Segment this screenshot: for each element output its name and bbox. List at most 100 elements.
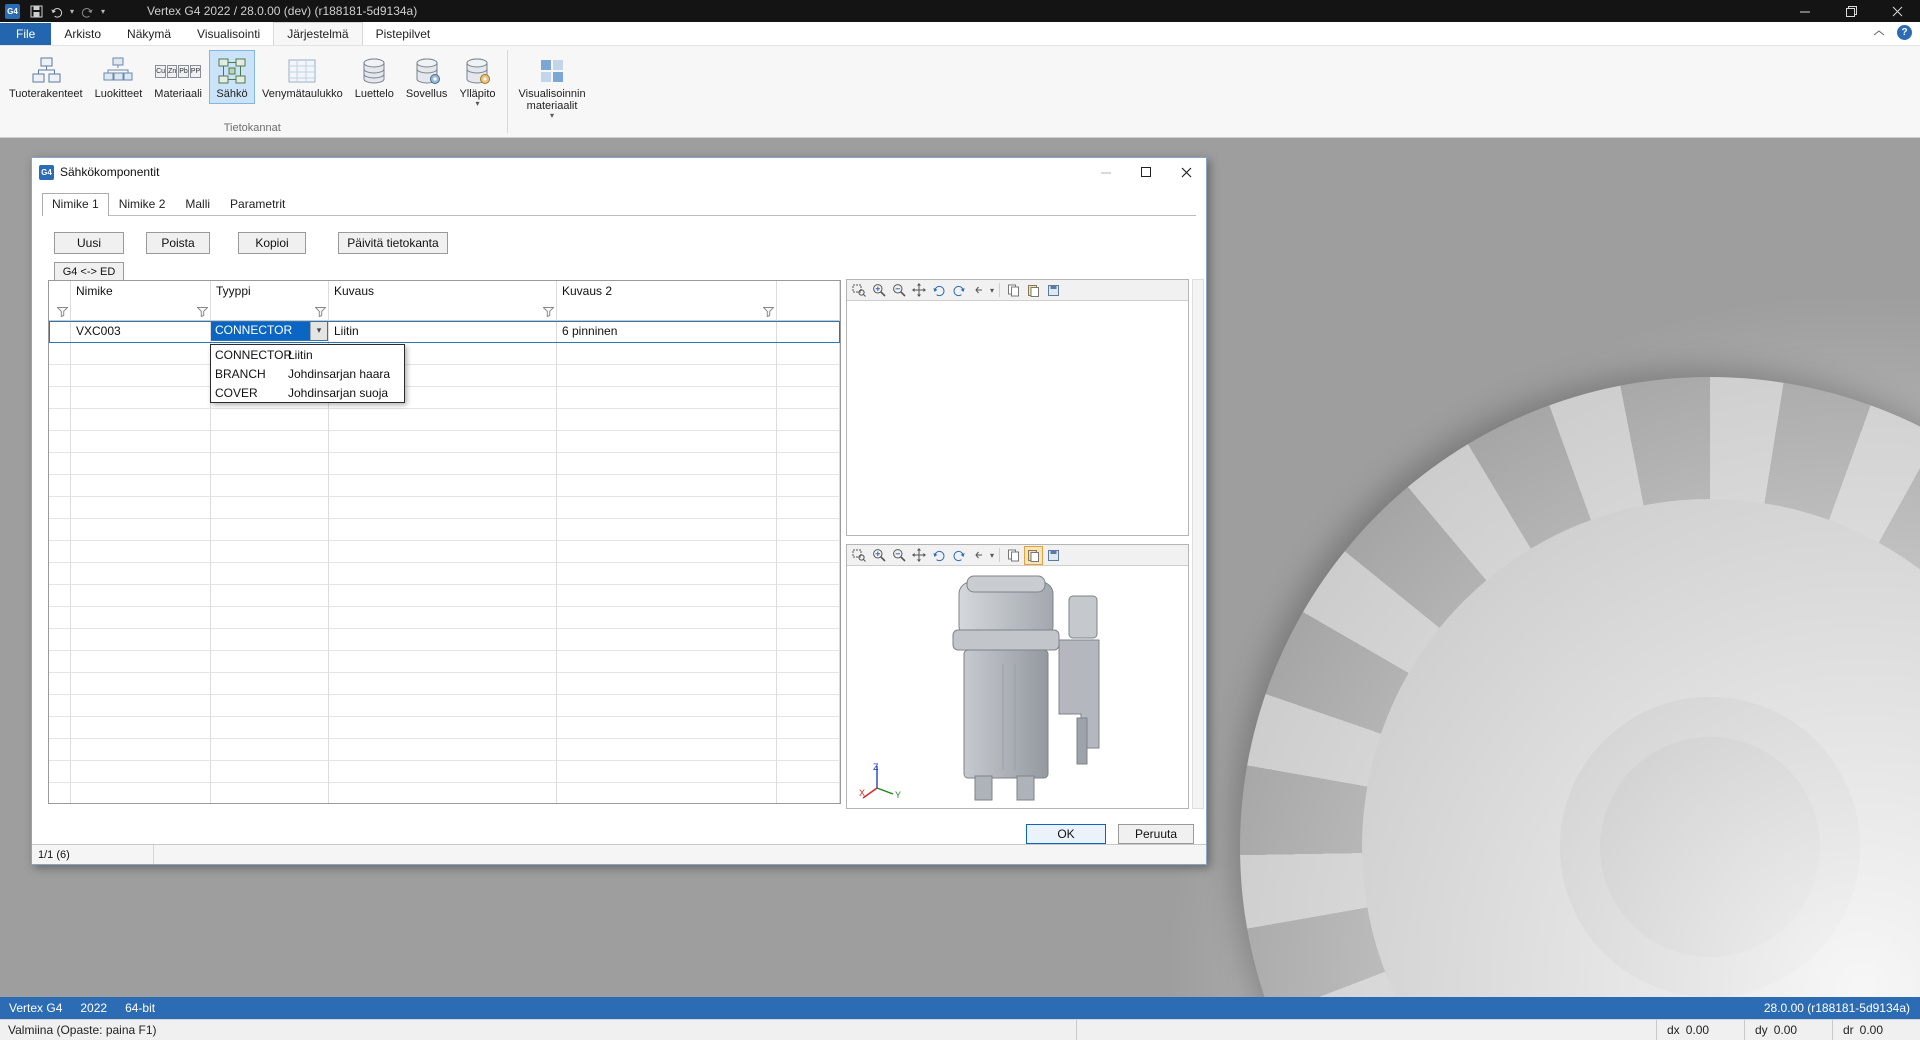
dropdown-item[interactable]: CONNECTORLiitin <box>211 345 404 364</box>
region-zoom-icon[interactable] <box>850 282 867 299</box>
copy-image-icon[interactable] <box>1005 282 1022 299</box>
cell-nimike[interactable]: VXC003 <box>71 321 211 343</box>
paste-image-icon[interactable] <box>1025 282 1042 299</box>
dropdown-item[interactable]: BRANCHJohdinsarjan haara <box>211 364 404 383</box>
rotate-cw-icon[interactable] <box>950 282 967 299</box>
dialog-titlebar[interactable]: G4 Sähkökomponentit <box>32 158 1206 186</box>
save-icon[interactable] <box>30 5 43 18</box>
rotate-cw-icon[interactable] <box>950 547 967 564</box>
table-row[interactable] <box>49 585 840 607</box>
table-row[interactable] <box>49 629 840 651</box>
table-row[interactable] <box>49 783 840 804</box>
zoom-in-icon[interactable] <box>870 547 887 564</box>
cell-tyyppi[interactable]: CONNECTOR ▾ <box>211 321 329 343</box>
pan-icon[interactable] <box>910 547 927 564</box>
table-row[interactable] <box>49 409 840 431</box>
restore-button[interactable] <box>1828 0 1874 22</box>
luettelo-button[interactable]: Luettelo <box>350 50 399 104</box>
dialog-maximize-button[interactable] <box>1126 159 1166 185</box>
table-row[interactable] <box>49 497 840 519</box>
table-row[interactable] <box>49 673 840 695</box>
table-row[interactable] <box>49 343 840 365</box>
dialog-scrollbar[interactable] <box>1192 279 1204 809</box>
zoom-out-icon[interactable] <box>890 282 907 299</box>
table-row[interactable] <box>49 365 840 387</box>
tab-nimike-1[interactable]: Nimike 1 <box>42 193 109 216</box>
tab-jarjestelma[interactable]: Järjestelmä <box>273 22 362 45</box>
collapse-ribbon-icon[interactable] <box>1873 26 1885 40</box>
rotate-ccw-icon[interactable] <box>930 547 947 564</box>
tab-pistepilvet[interactable]: Pistepilvet <box>363 23 444 45</box>
help-icon[interactable]: ? <box>1897 25 1912 40</box>
combobox-dropdown-icon[interactable]: ▾ <box>310 321 327 340</box>
table-row[interactable] <box>49 475 840 497</box>
views-dropdown-icon[interactable]: ▾ <box>990 286 994 295</box>
poista-button[interactable]: Poista <box>146 232 210 254</box>
dialog-close-button[interactable] <box>1166 159 1206 185</box>
save-image-icon[interactable] <box>1045 282 1062 299</box>
table-row[interactable] <box>49 541 840 563</box>
table-row-vxc003[interactable]: VXC003 CONNECTOR ▾ Liitin 6 pinninen <box>49 321 840 343</box>
table-row[interactable] <box>49 607 840 629</box>
zoom-in-icon[interactable] <box>870 282 887 299</box>
type-combobox-value[interactable]: CONNECTOR <box>211 321 310 340</box>
g4-ed-button[interactable]: G4 <-> ED <box>54 262 124 281</box>
paivita-tietokanta-button[interactable]: Päivitä tietokanta <box>338 232 448 254</box>
table-row[interactable] <box>49 563 840 585</box>
tab-file[interactable]: File <box>0 23 51 45</box>
tab-nakyma[interactable]: Näkymä <box>114 23 184 45</box>
cell-kuvaus[interactable]: Liitin <box>329 321 557 343</box>
region-zoom-icon[interactable] <box>850 547 867 564</box>
save-image-icon[interactable] <box>1045 547 1062 564</box>
sovellus-button[interactable]: Sovellus <box>401 50 453 104</box>
filter-selector[interactable] <box>49 303 71 321</box>
table-row[interactable] <box>49 519 840 541</box>
qat-customize-icon[interactable]: ▾ <box>101 7 105 16</box>
filter-kuvaus-icon[interactable] <box>329 303 557 321</box>
prev-view-icon[interactable] <box>970 282 987 299</box>
redo-icon[interactable] <box>81 5 94 18</box>
type-combobox[interactable]: CONNECTOR ▾ <box>211 321 328 341</box>
undo-icon[interactable] <box>50 5 63 18</box>
kopioi-button[interactable]: Kopioi <box>238 232 306 254</box>
row-selector-cell[interactable] <box>49 321 71 343</box>
uusi-button[interactable]: Uusi <box>54 232 124 254</box>
paste-image-icon[interactable] <box>1025 547 1042 564</box>
table-row[interactable] <box>49 761 840 783</box>
preview-3d-viewport[interactable]: Z X Y <box>847 566 1188 808</box>
cancel-button[interactable]: Peruuta <box>1118 824 1194 844</box>
tab-nimike-2[interactable]: Nimike 2 <box>109 193 176 215</box>
filter-kuvaus2-icon[interactable] <box>557 303 777 321</box>
dialog-minimize-button[interactable] <box>1086 159 1126 185</box>
table-row[interactable] <box>49 387 840 409</box>
prev-view-icon[interactable] <box>970 547 987 564</box>
tab-malli[interactable]: Malli <box>175 193 220 215</box>
tab-parametrit[interactable]: Parametrit <box>220 193 295 215</box>
tuoterakenteet-button[interactable]: Tuoterakenteet <box>4 50 88 104</box>
tab-arkisto[interactable]: Arkisto <box>51 23 114 45</box>
visualisoinnin-materiaalit-button[interactable]: Visualisoinnin materiaalit ▾ <box>514 50 591 123</box>
rotate-ccw-icon[interactable] <box>930 282 947 299</box>
table-row[interactable] <box>49 739 840 761</box>
copy-image-icon[interactable] <box>1005 547 1022 564</box>
venymataulukko-button[interactable]: Venymätaulukko <box>257 50 348 104</box>
table-row[interactable] <box>49 651 840 673</box>
table-row[interactable] <box>49 695 840 717</box>
materiaali-button[interactable]: Cu Zn Pb PP Materiaali <box>149 50 207 104</box>
pan-icon[interactable] <box>910 282 927 299</box>
filter-tyyppi-icon[interactable] <box>211 303 329 321</box>
views-dropdown-icon[interactable]: ▾ <box>990 551 994 560</box>
filter-nimike-icon[interactable] <box>71 303 211 321</box>
table-row[interactable] <box>49 453 840 475</box>
minimize-button[interactable] <box>1782 0 1828 22</box>
close-button[interactable] <box>1874 0 1920 22</box>
yllapito-button[interactable]: Ylläpito ▾ <box>454 50 500 111</box>
dropdown-item[interactable]: COVERJohdinsarjan suoja <box>211 383 404 402</box>
zoom-out-icon[interactable] <box>890 547 907 564</box>
cell-kuvaus2[interactable]: 6 pinninen <box>557 321 777 343</box>
table-row[interactable] <box>49 431 840 453</box>
sahko-button[interactable]: Sähkö <box>209 50 255 104</box>
undo-dropdown-icon[interactable]: ▾ <box>70 7 74 16</box>
ok-button[interactable]: OK <box>1026 824 1106 844</box>
tab-visualisointi[interactable]: Visualisointi <box>184 23 273 45</box>
